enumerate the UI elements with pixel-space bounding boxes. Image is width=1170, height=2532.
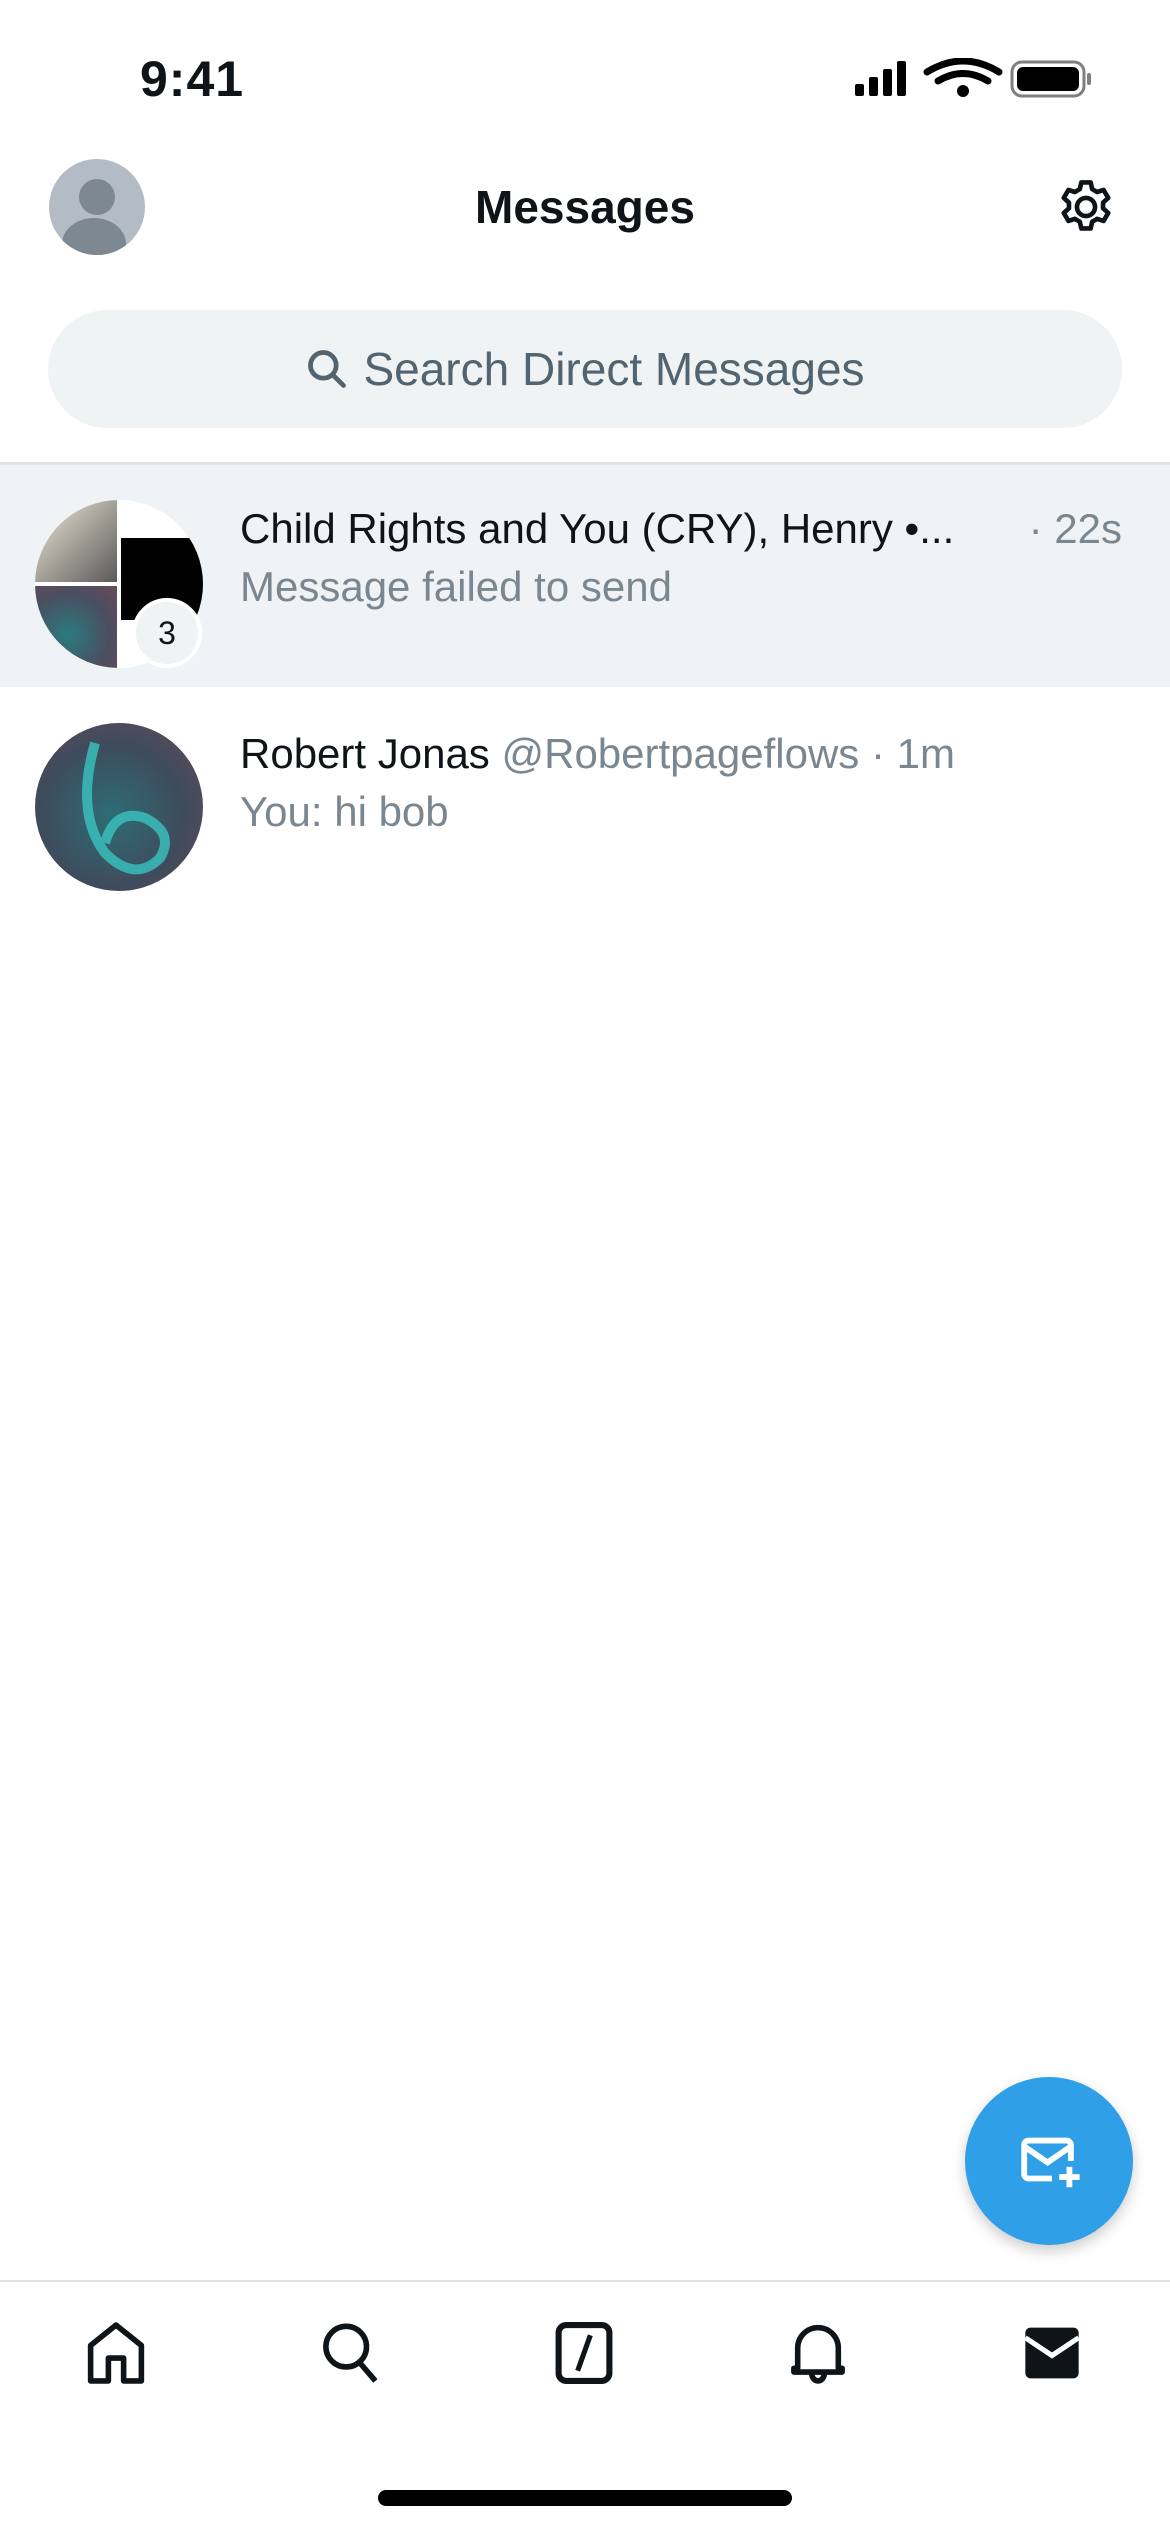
- settings-button[interactable]: [1055, 176, 1117, 238]
- user-avatar: [35, 723, 203, 891]
- gear-icon: [1061, 180, 1111, 231]
- conversation-item[interactable]: Robert Jonas @Robertpageflows · 1m You: …: [0, 687, 1170, 909]
- home-indicator[interactable]: [378, 2490, 792, 2506]
- search-icon: [323, 2323, 378, 2383]
- conversation-handle: @Robertpageflows: [501, 730, 860, 777]
- bell-icon: [791, 2324, 845, 2384]
- avatar-art: [82, 741, 170, 875]
- envelope-icon: [1023, 2327, 1081, 2379]
- tab-search[interactable]: [315, 2318, 385, 2388]
- conversation-item[interactable]: 3 Child Rights and You (CRY), Henry •...…: [0, 465, 1170, 687]
- member-count-badge: 3: [132, 598, 202, 668]
- conversation-time: · 1m: [870, 730, 955, 777]
- conversation-preview: Message failed to send: [240, 563, 672, 610]
- home-icon: [87, 2322, 145, 2384]
- tabbar-divider: [0, 2280, 1170, 2282]
- tab-messages[interactable]: [1017, 2318, 1087, 2388]
- slash-box-icon: [555, 2322, 613, 2384]
- conversation-time: · 22s: [1028, 505, 1122, 552]
- tab-home[interactable]: [81, 2318, 151, 2388]
- search-input[interactable]: Search Direct Messages: [48, 310, 1122, 428]
- conversation-preview: You: hi bob: [240, 788, 449, 835]
- status-icons: [855, 57, 1095, 98]
- conversation-name: Child Rights and You (CRY), Henry •...: [240, 505, 955, 552]
- search-placeholder: Search Direct Messages: [363, 343, 865, 395]
- conversation-title: Robert Jonas @Robertpageflows · 1m: [240, 730, 955, 778]
- page-title: Messages: [475, 181, 695, 233]
- status-time: 9:41: [140, 51, 245, 107]
- signal-wifi-battery-icon: [855, 57, 1091, 98]
- member-count: 3: [158, 614, 176, 651]
- new-message-button[interactable]: [965, 2077, 1133, 2245]
- tab-notifications[interactable]: [783, 2318, 853, 2388]
- search-icon: [308, 350, 347, 388]
- conversation-name: Robert Jonas: [240, 730, 490, 777]
- new-message-icon: [1021, 2137, 1080, 2188]
- tab-communities[interactable]: [549, 2318, 619, 2388]
